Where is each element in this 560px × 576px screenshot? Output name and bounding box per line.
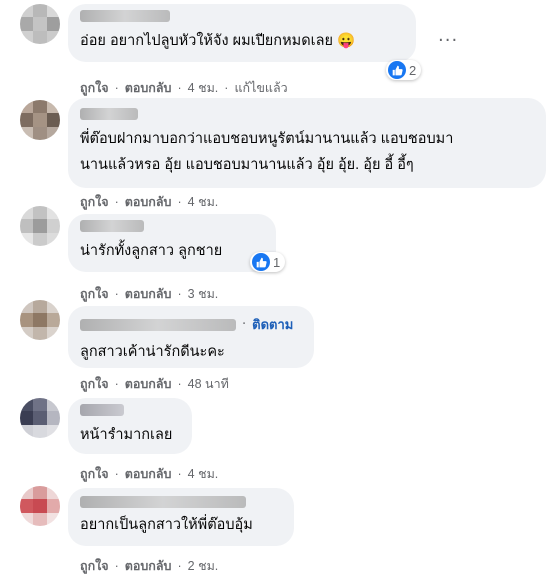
avatar[interactable] — [20, 398, 60, 438]
comment-bubble: พี่ต๊อบฝากมาบอกว่าแอบชอบหนูรัตน์มานานแล้… — [68, 98, 546, 188]
comment-text: อยากเป็นลูกสาวให้พี่ต๊อบอุ้ม — [80, 517, 253, 533]
edited-label[interactable]: แก้ไขแล้ว — [234, 78, 287, 98]
timestamp[interactable]: 4 ชม. — [188, 192, 219, 212]
reply-button[interactable]: ตอบกลับ — [125, 464, 172, 484]
separator: · — [114, 287, 119, 301]
avatar[interactable] — [20, 206, 60, 246]
reply-button[interactable]: ตอบกลับ — [125, 556, 172, 576]
commenter-name-redacted[interactable] — [80, 318, 236, 331]
reply-button[interactable]: ตอบกลับ — [125, 78, 172, 98]
comment-bubble: อ่อย อยากไปลูบหัวให้จัง ผมเปียกหมดเลย 😛 — [68, 4, 416, 62]
comment-actions: ถูกใจ · ตอบกลับ · 3 ชม. — [80, 284, 218, 304]
avatar[interactable] — [20, 100, 60, 140]
reply-button[interactable]: ตอบกลับ — [125, 192, 172, 212]
separator: · — [177, 377, 182, 391]
comment-actions: ถูกใจ · ตอบกลับ · 4 ชม. — [80, 192, 218, 212]
reaction-summary[interactable]: 1 — [250, 252, 286, 272]
reaction-summary[interactable]: 2 — [386, 60, 422, 80]
separator: · — [177, 559, 182, 573]
timestamp[interactable]: 2 ชม. — [188, 556, 219, 576]
like-button[interactable]: ถูกใจ — [80, 556, 109, 576]
separator: · — [242, 317, 247, 332]
comment-actions: ถูกใจ · ตอบกลับ · 48 นาที — [80, 374, 229, 394]
comment-bubble: น่ารักทั้งลูกสาว ลูกชาย — [68, 214, 276, 272]
reply-button[interactable]: ตอบกลับ — [125, 284, 172, 304]
timestamp[interactable]: 48 นาที — [188, 374, 229, 394]
reply-button[interactable]: ตอบกลับ — [125, 374, 172, 394]
comment-text: หน้ารำมากเลย — [80, 427, 173, 443]
comment-actions: ถูกใจ · ตอบกลับ · 4 ชม. · แก้ไขแล้ว — [80, 78, 288, 98]
like-button[interactable]: ถูกใจ — [80, 78, 109, 98]
reaction-count: 2 — [409, 62, 417, 78]
separator: · — [177, 287, 182, 301]
commenter-name-redacted[interactable] — [80, 10, 170, 22]
comment-bubble: · ติดตาม ลูกสาวเค้าน่ารักดีนะคะ — [68, 306, 314, 368]
like-thumb-icon — [388, 61, 406, 79]
commenter-name-redacted[interactable] — [80, 108, 138, 120]
like-button[interactable]: ถูกใจ — [80, 464, 109, 484]
timestamp[interactable]: 3 ชม. — [188, 284, 219, 304]
like-button[interactable]: ถูกใจ — [80, 374, 109, 394]
separator: · — [114, 81, 119, 95]
comment-text: อ่อย อยากไปลูบหัวให้จัง ผมเปียกหมดเลย 😛 — [80, 33, 356, 49]
like-button[interactable]: ถูกใจ — [80, 192, 109, 212]
reaction-count: 1 — [273, 254, 281, 270]
avatar[interactable] — [20, 486, 60, 526]
separator: · — [114, 377, 119, 391]
separator: · — [177, 467, 182, 481]
separator: · — [114, 195, 119, 209]
timestamp[interactable]: 4 ชม. — [188, 464, 219, 484]
comment-actions: ถูกใจ · ตอบกลับ · 4 ชม. — [80, 464, 218, 484]
follow-button[interactable]: ติดตาม — [252, 314, 293, 335]
like-thumb-icon — [252, 253, 270, 271]
like-button[interactable]: ถูกใจ — [80, 284, 109, 304]
separator: · — [114, 559, 119, 573]
comment-text: พี่ต๊อบฝากมาบอกว่าแอบชอบหนูรัตน์มานานแล้… — [80, 131, 454, 173]
separator: · — [177, 81, 182, 95]
comment-bubble: อยากเป็นลูกสาวให้พี่ต๊อบอุ้ม — [68, 488, 294, 546]
separator: · — [114, 467, 119, 481]
separator: · — [224, 81, 229, 95]
avatar[interactable] — [20, 300, 60, 340]
commenter-name-redacted[interactable] — [80, 220, 144, 232]
more-options-icon[interactable]: ··· — [438, 30, 458, 51]
comment-text: น่ารักทั้งลูกสาว ลูกชาย — [80, 243, 223, 259]
commenter-name-redacted[interactable] — [80, 404, 124, 416]
comment-actions: ถูกใจ · ตอบกลับ · 2 ชม. — [80, 556, 218, 576]
timestamp[interactable]: 4 ชม. — [188, 78, 219, 98]
comment-text: ลูกสาวเค้าน่ารักดีนะคะ — [80, 344, 225, 360]
comment-bubble: หน้ารำมากเลย — [68, 398, 192, 454]
commenter-name-redacted[interactable] — [80, 496, 246, 508]
separator: · — [177, 195, 182, 209]
avatar[interactable] — [20, 4, 60, 44]
